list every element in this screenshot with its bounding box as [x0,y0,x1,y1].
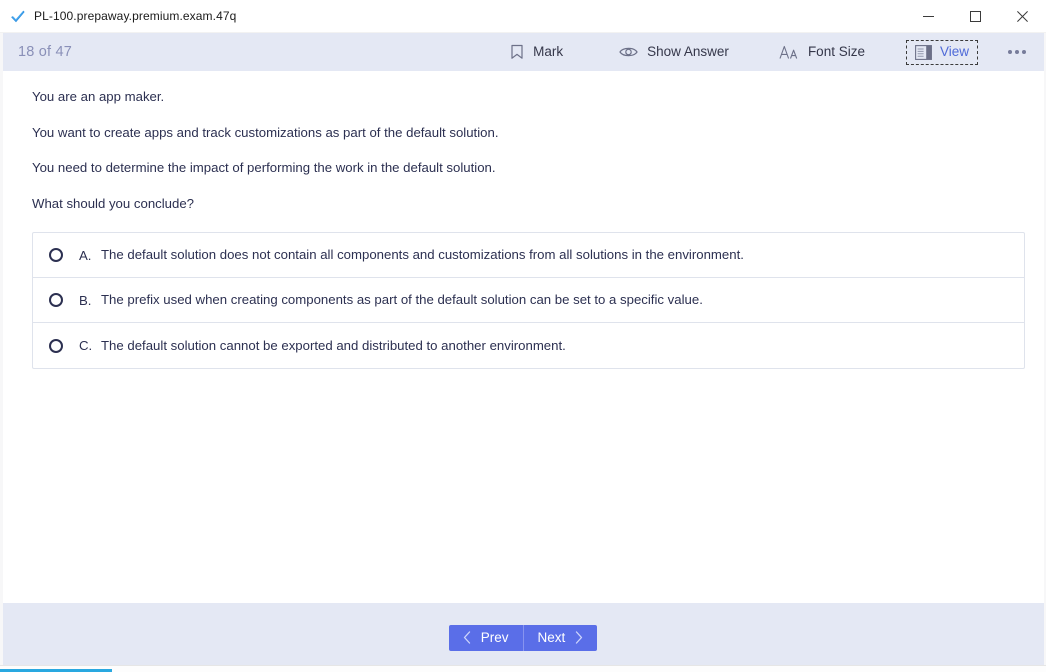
navigation-footer: Prev Next [0,603,1046,672]
option-text-b: The prefix used when creating components… [101,292,703,308]
view-label: View [939,44,969,60]
eye-icon [619,45,638,59]
nav-button-group: Prev Next [448,624,598,651]
minimize-icon [923,11,934,22]
blue-checkmark-icon [10,8,26,24]
question-counter: 18 of 47 [18,44,73,60]
maximize-icon [970,10,981,22]
ellipsis-icon-dot-2 [1015,50,1019,54]
stem-prompt: What should you conclude? [32,195,195,211]
option-text-c: The default solution cannot be exported … [101,337,566,353]
exam-app-window: PL-100.prepaway.premium.exam.47q 18 of 4… [0,0,1046,672]
mark-label: Mark [533,44,564,60]
prev-label: Prev [480,630,509,645]
close-icon [1017,10,1028,22]
title-bar-left: PL-100.prepaway.premium.exam.47q [0,8,905,24]
font-size-button[interactable]: Font Size [770,39,874,65]
option-letter-b: B. [79,292,92,308]
background-window-bottom-edge [0,665,1046,672]
show-answer-button[interactable]: Show Answer [610,39,738,65]
font-size-label: Font Size [807,44,865,60]
radio-button-a[interactable] [49,248,63,262]
more-options-button[interactable] [1000,39,1034,65]
next-button[interactable]: Next [523,624,598,651]
option-letter-c: C. [79,338,93,353]
option-text-a: The default solution does not contain al… [101,247,744,263]
mark-button[interactable]: Mark [501,39,572,65]
window-title: PL-100.prepaway.premium.exam.47q [34,9,237,23]
window-controls [905,0,1046,33]
answer-options-list: A. The default solution does not contain… [32,232,1025,369]
view-button[interactable]: View [905,39,978,65]
radio-button-b[interactable] [49,293,63,307]
question-stem: You are an app maker. You want to create… [32,89,1020,212]
background-window-left-edge [0,33,3,672]
stem-line-2: You want to create apps and track custom… [32,124,499,140]
show-answer-label: Show Answer [647,44,729,60]
chevron-right-icon [575,631,583,644]
ellipsis-icon-dot-3 [1022,50,1026,54]
font-size-icon [779,45,799,60]
question-content: You are an app maker. You want to create… [0,71,1046,603]
answer-option-b[interactable]: B. The prefix used when creating compone… [33,278,1024,323]
ellipsis-icon-dot-1 [1008,50,1012,54]
layout-pane-icon [915,44,932,60]
answer-option-c[interactable]: C. The default solution cannot be export… [33,323,1024,368]
answer-option-a[interactable]: A. The default solution does not contain… [33,233,1024,278]
stem-line-3: You need to determine the impact of perf… [32,160,496,175]
radio-button-c[interactable] [49,338,63,353]
next-label: Next [537,630,566,645]
chevron-left-icon [463,631,471,644]
bookmark-icon [510,44,524,60]
exam-toolbar: 18 of 47 Mark Show Answer Font Size View [0,33,1046,71]
maximize-button[interactable] [952,0,999,33]
title-bar: PL-100.prepaway.premium.exam.47q [0,0,1046,33]
minimize-button[interactable] [905,0,952,33]
stem-line-1: You are an app maker. [32,89,165,104]
option-letter-a: A. [79,247,92,263]
close-button[interactable] [999,0,1046,33]
prev-button[interactable]: Prev [448,624,524,651]
